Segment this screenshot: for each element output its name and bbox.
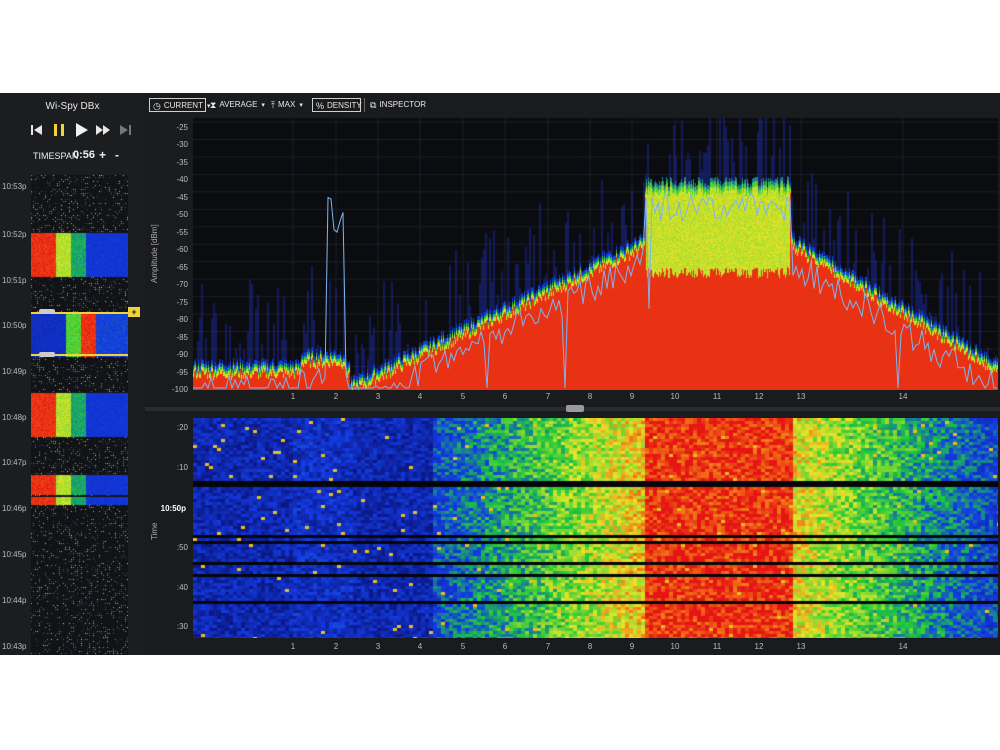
spectrum-x-tick: 2 xyxy=(333,392,339,401)
waterfall-x-tick: 2 xyxy=(333,642,339,651)
overview-selection[interactable] xyxy=(31,312,128,356)
waterfall-x-tick: 7 xyxy=(545,642,551,651)
waterfall-current-time: 10:50p xyxy=(160,504,186,513)
spectrum-y-tick: -30 xyxy=(176,140,188,150)
waterfall-x-tick: 12 xyxy=(754,642,764,651)
current-trace-button[interactable]: ◷ CURRENT ▾ xyxy=(149,98,210,112)
spectrum-plot[interactable] xyxy=(193,118,998,390)
spectrum-x-tick: 3 xyxy=(375,392,381,401)
spectrum-y-tick: -90 xyxy=(176,350,188,360)
selection-bottom-handle[interactable] xyxy=(39,352,55,357)
overview-waterfall[interactable] xyxy=(31,175,128,655)
timespan-value: 0:56 xyxy=(73,149,96,161)
transport-controls xyxy=(28,121,136,139)
toolbar: ◷ CURRENT ▾ ⧗ AVERAGE ▾ ⤒ MAX ▾ % DENSITY ⧉ INSP… xyxy=(145,93,1000,117)
spectrum-y-tick: -55 xyxy=(176,227,188,237)
spectrum-x-tick: 10 xyxy=(670,392,680,401)
spectrum-y-tick: -60 xyxy=(176,245,188,255)
overview-time-label: 10:50p xyxy=(2,321,27,330)
waterfall-x-tick: 10 xyxy=(670,642,680,651)
waterfall-x-tick: 4 xyxy=(417,642,423,651)
chevron-down-icon[interactable]: ▾ xyxy=(261,102,265,109)
spectrum-y-tick: -80 xyxy=(176,315,188,325)
waterfall-y-tick: :50 xyxy=(176,543,188,552)
left-panel: Wi-Spy DBx TIMESPAN 0:56 + - 10:53p 10:5… xyxy=(0,93,145,655)
selection-add-button[interactable]: + xyxy=(128,307,140,317)
average-trace-button[interactable]: ⧗ AVERAGE ▾ xyxy=(210,98,265,112)
spectrum-x-tick: 13 xyxy=(796,392,806,401)
percent-icon: % xyxy=(316,101,325,111)
toolbar-divider xyxy=(364,98,365,112)
overview-time-label: 10:52p xyxy=(2,230,27,239)
fast-forward-icon[interactable] xyxy=(94,121,112,139)
spectrum-x-tick: 11 xyxy=(712,392,722,401)
inspector-button[interactable]: ⧉ INSPECTOR xyxy=(370,98,426,112)
spectrum-y-tick: -100 xyxy=(171,385,188,394)
spectrum-x-tick: 6 xyxy=(502,392,508,401)
waterfall-x-tick: 3 xyxy=(375,642,381,651)
spectrum-y-tick: -25 xyxy=(176,123,188,132)
overview-time-label: 10:51p xyxy=(2,276,27,285)
timespan-label: TIMESPAN xyxy=(33,151,79,161)
spectrum-x-tick: 7 xyxy=(545,392,551,401)
waterfall-x-tick: 9 xyxy=(629,642,635,651)
spectrum-x-tick: 14 xyxy=(898,392,908,401)
spectrum-x-tick: 12 xyxy=(754,392,764,401)
overview-time-label: 10:47p xyxy=(2,458,27,467)
spectrum-y-tick: -70 xyxy=(176,280,188,290)
spectrum-y-tick: -85 xyxy=(176,332,188,342)
spectrum-x-tick: 5 xyxy=(460,392,466,401)
current-trace-line xyxy=(193,192,997,390)
spectrum-x-tick: 9 xyxy=(629,392,635,401)
overview-time-label: 10:45p xyxy=(2,550,27,559)
app-title: Wi-Spy DBx xyxy=(45,101,100,112)
waterfall-x-tick: 8 xyxy=(587,642,593,651)
waterfall-x-tick: 5 xyxy=(460,642,466,651)
spectrum-y-tick: -75 xyxy=(176,297,188,307)
max-trace-button[interactable]: ⤒ MAX ▾ xyxy=(271,98,303,112)
spectrum-x-tick: 4 xyxy=(417,392,423,401)
selection-top-handle[interactable] xyxy=(39,309,55,314)
pane-divider-handle[interactable] xyxy=(566,405,584,412)
overview-time-label: 10:49p xyxy=(2,367,27,376)
waterfall-x-tick: 14 xyxy=(898,642,908,651)
waterfall-plot[interactable] xyxy=(193,418,998,638)
waterfall-y-axis-title: Time xyxy=(150,522,159,540)
waterfall-x-tick: 6 xyxy=(502,642,508,651)
pause-icon[interactable] xyxy=(50,121,68,139)
spectrum-y-tick: -35 xyxy=(176,157,188,167)
waterfall-x-tick: 11 xyxy=(712,642,722,651)
skip-forward-icon[interactable] xyxy=(116,121,134,139)
waterfall-y-tick: :40 xyxy=(176,583,188,592)
waterfall-y-tick: :10 xyxy=(176,463,188,472)
skip-back-icon[interactable] xyxy=(28,121,46,139)
hourglass-icon: ⧗ xyxy=(210,100,217,110)
spectrum-y-tick: -45 xyxy=(176,192,188,202)
spectrum-x-tick: 1 xyxy=(290,392,296,401)
timespan-decrease-button[interactable]: - xyxy=(115,148,119,162)
overview-time-label: 10:44p xyxy=(2,596,27,605)
waterfall-y-tick: :30 xyxy=(176,622,188,631)
clock-icon: ◷ xyxy=(153,101,161,111)
max-icon: ⤒ xyxy=(271,100,275,110)
spectrum-y-tick: -50 xyxy=(176,210,188,220)
overview-time-label: 10:53p xyxy=(2,182,27,191)
waterfall-x-tick: 13 xyxy=(796,642,806,651)
play-icon[interactable] xyxy=(72,121,90,139)
spectrum-y-tick: -95 xyxy=(176,367,188,377)
spectrum-x-tick: 8 xyxy=(587,392,593,401)
overview-time-label: 10:46p xyxy=(2,504,27,513)
waterfall-x-tick: 1 xyxy=(290,642,296,651)
spectrum-y-tick: -40 xyxy=(176,175,188,185)
spectrum-trace-layer xyxy=(193,192,997,390)
inspector-icon: ⧉ xyxy=(370,100,377,110)
overview-time-label: 10:43p xyxy=(2,642,27,651)
waterfall-y-tick: :20 xyxy=(176,423,188,432)
timespan-increase-button[interactable]: + xyxy=(99,148,106,162)
spectrum-y-tick: -65 xyxy=(176,262,188,272)
overview-time-label: 10:48p xyxy=(2,413,27,422)
density-button[interactable]: % DENSITY xyxy=(312,98,362,112)
chevron-down-icon[interactable]: ▾ xyxy=(299,102,303,109)
spectrum-y-axis-title: Amplitude [dBm] xyxy=(150,224,159,283)
